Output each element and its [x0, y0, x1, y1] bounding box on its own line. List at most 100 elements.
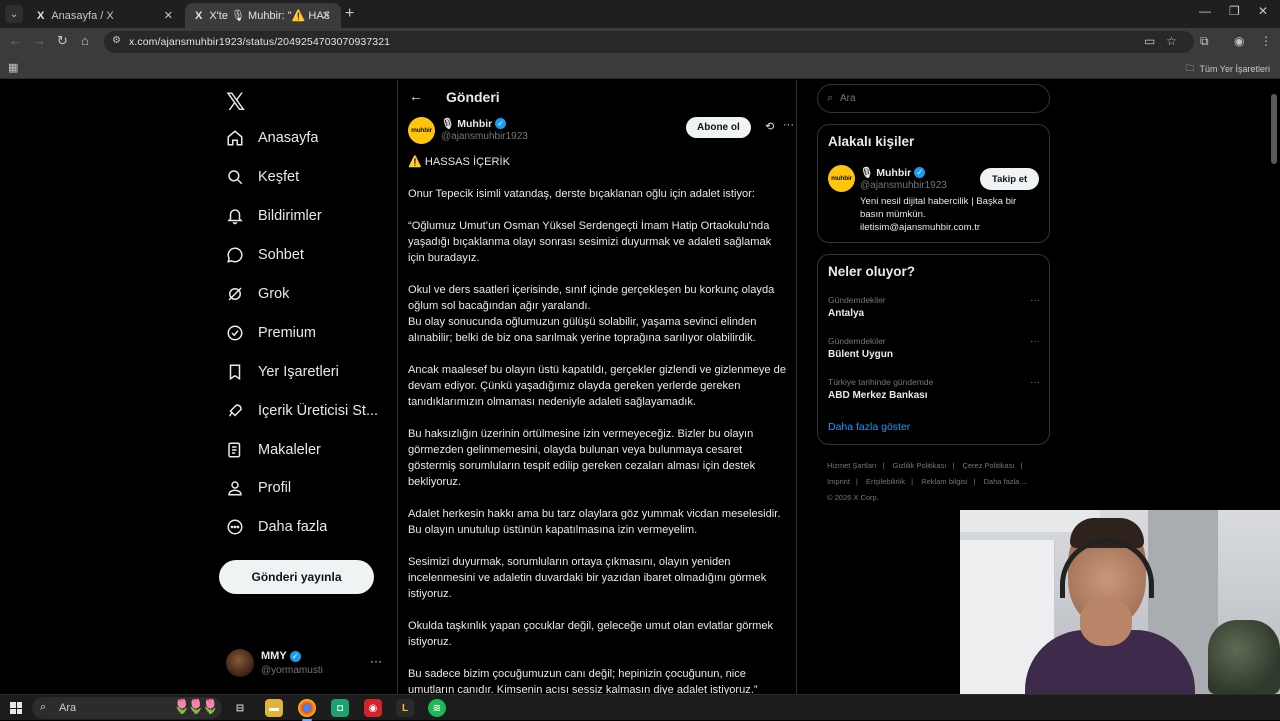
browser-toolbar: ← → ↻ ⌂ ⚙ x.com/ajansmuhbir1923/status/2…	[0, 28, 1280, 56]
red-app-icon[interactable]: ◉	[364, 699, 382, 717]
trend-item[interactable]: Gündemdekiler Bülent Uygun ···	[828, 336, 1040, 372]
back-icon[interactable]: ←	[9, 33, 22, 48]
post-paragraph: Onur Tepecik isimli vatandaş, derste bıç…	[408, 188, 755, 200]
author-avatar[interactable]: muhbir	[408, 117, 435, 144]
apps-grid-icon[interactable]: ▦	[8, 61, 18, 74]
address-bar[interactable]: ⚙ x.com/ajansmuhbir1923/status/204925470…	[104, 31, 1194, 53]
profile-avatar-icon[interactable]: ◉	[1234, 34, 1244, 48]
scrollbar-thumb[interactable]	[1271, 94, 1277, 164]
browser-menu-icon[interactable]: ⋮	[1260, 34, 1272, 48]
account-handle: @yormamusti	[261, 665, 323, 676]
related-person-name-row[interactable]: 🎙 Muhbir ✓	[860, 166, 926, 179]
footer-link[interactable]: Imprint	[827, 477, 850, 486]
sidebar-nav: Anasayfa Keşfet Bildirimler Sohbet Grok …	[218, 119, 388, 547]
show-more-link[interactable]: Daha fazla göster	[828, 421, 910, 433]
trend-item[interactable]: Gündemdekiler Antalya ···	[828, 295, 1040, 331]
author-handle[interactable]: @ajansmuhbir1923	[441, 131, 528, 142]
footer-link[interactable]: Gizlilik Politikası	[893, 461, 947, 470]
tab-home[interactable]: X Anasayfa / X ✕	[27, 3, 183, 28]
sidebar-item-notifications[interactable]: Bildirimler	[218, 197, 388, 236]
footer-link[interactable]: Reklam bilgisi	[921, 477, 967, 486]
file-explorer-icon[interactable]: ▬	[265, 699, 283, 717]
folder-icon: 🗀	[1185, 63, 1195, 73]
window-close-icon[interactable]: ✕	[1258, 4, 1268, 18]
sidebar-item-premium[interactable]: Premium	[218, 313, 388, 352]
related-person-avatar[interactable]: muhbir	[828, 165, 855, 192]
post-paragraph: Adalet herkesin hakkı ama bu tarz olayla…	[408, 508, 781, 536]
home-page-icon[interactable]: ⌂	[81, 33, 89, 48]
forward-icon[interactable]: →	[33, 33, 46, 48]
search-icon: ⌕	[40, 701, 47, 713]
post-paragraph: “Oğlumuz Umut’un Osman Yüksel Serdengeçt…	[408, 220, 772, 264]
sidebar-item-label: Keşfet	[258, 169, 300, 186]
cast-icon[interactable]: ▭	[1144, 34, 1155, 48]
bookmark-star-icon[interactable]: ☆	[1166, 34, 1177, 48]
tulips-icon: 🌷🌷🌷	[173, 698, 219, 714]
more-dots-icon[interactable]: ···	[370, 654, 382, 668]
subscribe-button[interactable]: Abone ol	[686, 117, 751, 138]
new-tab-button[interactable]: +	[345, 5, 354, 23]
minimize-icon[interactable]: —	[1199, 4, 1211, 18]
trend-more-icon[interactable]: ···	[1030, 336, 1040, 347]
chrome-icon[interactable]	[298, 699, 316, 721]
footer-link[interactable]: Erişilebilirlik	[866, 477, 905, 486]
search-input[interactable]: ⌕ Ara	[817, 84, 1050, 113]
post-paragraph: Bu sadece bizim çocuğumuzun canı değil; …	[408, 668, 758, 694]
tab-close-icon[interactable]: ✕	[164, 9, 173, 22]
all-bookmarks-button[interactable]: 🗀 Tüm Yer İşaretleri	[1185, 61, 1270, 77]
account-switcher[interactable]: MMY ✓ @yormamusti ···	[226, 648, 386, 678]
footer-separator: |	[855, 477, 858, 486]
trend-item[interactable]: Türkiye tarihinde gündemde ABD Merkez Ba…	[828, 377, 1040, 413]
post-button[interactable]: Gönderi yayınla	[219, 560, 374, 594]
footer-link[interactable]: Daha fazla ...	[984, 477, 1028, 486]
sidebar-item-more[interactable]: Daha fazla	[218, 508, 388, 547]
trend-category: Gündemdekiler	[828, 336, 886, 346]
post-more-icon[interactable]: ···	[783, 119, 794, 131]
footer-separator: |	[882, 461, 885, 470]
trend-more-icon[interactable]: ···	[1030, 377, 1040, 388]
trend-more-icon[interactable]: ···	[1030, 295, 1040, 306]
green-app-icon[interactable]: ◘	[331, 699, 349, 717]
restore-icon[interactable]: ❐	[1229, 4, 1240, 18]
task-view-icon[interactable]: ⊟	[231, 699, 249, 717]
sidebar-item-bookmarks[interactable]: Yer İşaretleri	[218, 352, 388, 391]
yellow-app-icon[interactable]: L	[396, 699, 414, 717]
sidebar-item-articles[interactable]: Makaleler	[218, 430, 388, 469]
grok-explain-icon[interactable]: ⟲	[765, 120, 774, 133]
sidebar-item-explore[interactable]: Keşfet	[218, 158, 388, 197]
tab-search-menu-button[interactable]: ⌄	[5, 5, 23, 23]
footer-link[interactable]: Çerez Politikası	[962, 461, 1014, 470]
trend-category: Türkiye tarihinde gündemde	[828, 377, 934, 387]
sidebar-item-creator-studio[interactable]: İçerik Üreticisi St...	[218, 391, 388, 430]
footer-separator: |	[1020, 461, 1023, 470]
webcam-background-plant	[1208, 620, 1280, 694]
tab-close-icon[interactable]: ✕	[322, 9, 331, 22]
footer-separator: |	[911, 477, 914, 486]
browser-tab-strip: ⌄ X Anasayfa / X ✕ X X'te 🎙 Muhbir: "⚠️ …	[0, 0, 1280, 28]
taskbar-search-input[interactable]: ⌕ Ara 🌷🌷🌷	[32, 697, 222, 719]
site-info-icon[interactable]: ⚙	[112, 35, 121, 46]
home-icon	[227, 130, 243, 146]
sidebar-item-profile[interactable]: Profil	[218, 469, 388, 508]
post-paragraph: ⚠️ HASSAS İÇERİK	[408, 156, 510, 168]
related-person-handle[interactable]: @ajansmuhbir1923	[860, 180, 947, 191]
chat-icon	[227, 247, 243, 263]
author-name-row[interactable]: 🎙 Muhbir ✓	[441, 117, 507, 130]
page-title: Gönderi	[446, 89, 500, 105]
follow-button[interactable]: Takip et	[980, 168, 1040, 190]
spotify-icon[interactable]: ≋	[428, 699, 446, 717]
post-header: ← Gönderi	[398, 86, 796, 110]
back-arrow-icon[interactable]: ←	[409, 88, 423, 104]
sidebar-item-label: Anasayfa	[258, 130, 319, 147]
x-logo-icon[interactable]: 𝕏	[226, 88, 245, 117]
footer-link[interactable]: Hizmet Şartları	[827, 461, 877, 470]
reload-icon[interactable]: ↻	[57, 33, 68, 49]
sidebar-item-chat[interactable]: Sohbet	[218, 236, 388, 275]
tab-current-post[interactable]: X X'te 🎙 Muhbir: "⚠️ HASSAS İÇ ✕	[185, 3, 341, 28]
footer-separator: |	[973, 477, 976, 486]
windows-start-icon[interactable]	[10, 702, 22, 714]
extensions-icon[interactable]: ⧉	[1200, 34, 1209, 49]
sidebar-item-grok[interactable]: Grok	[218, 275, 388, 314]
sidebar-item-home[interactable]: Anasayfa	[218, 119, 388, 158]
sidebar-item-label: Yer İşaretleri	[258, 363, 339, 380]
